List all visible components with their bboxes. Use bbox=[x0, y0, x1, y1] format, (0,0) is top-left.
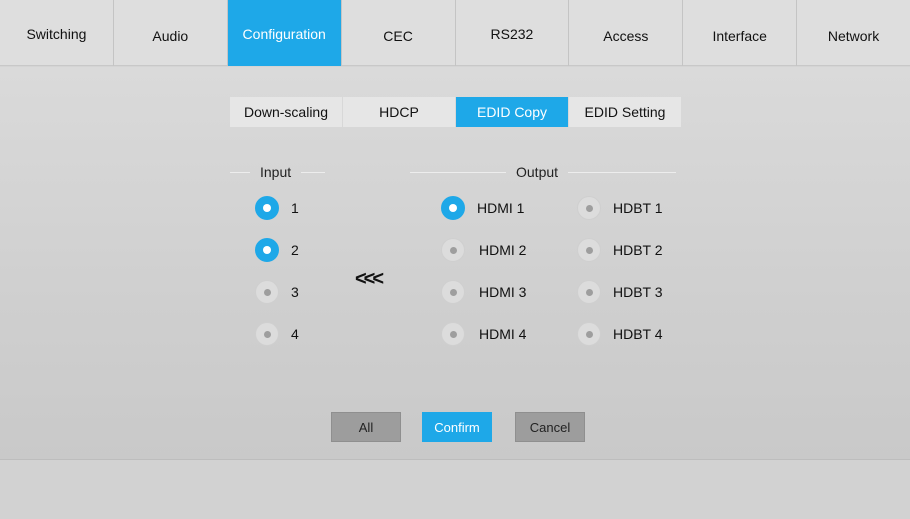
radio-unselected-icon[interactable] bbox=[577, 280, 601, 304]
output-option-label: HDMI 3 bbox=[479, 284, 527, 300]
input-option-3[interactable]: 3 bbox=[255, 280, 299, 304]
cancel-button[interactable]: Cancel bbox=[515, 412, 585, 442]
configuration-subtabs: Down-scaling HDCP EDID Copy EDID Setting bbox=[230, 97, 682, 127]
heading-rule bbox=[410, 171, 506, 173]
heading-rule bbox=[568, 171, 677, 173]
subtab-hdcp[interactable]: HDCP bbox=[343, 97, 455, 127]
output-hdbt-3[interactable]: HDBT 3 bbox=[577, 280, 663, 304]
output-option-label: HDMI 4 bbox=[479, 326, 527, 342]
heading-rule bbox=[230, 171, 250, 173]
input-option-label: 4 bbox=[291, 326, 299, 342]
radio-selected-icon[interactable] bbox=[255, 238, 279, 262]
input-option-label: 1 bbox=[291, 200, 299, 216]
output-option-label: HDMI 2 bbox=[479, 242, 527, 258]
tab-interface[interactable]: Interface bbox=[683, 0, 798, 66]
radio-unselected-icon[interactable] bbox=[255, 322, 279, 346]
input-heading: Input bbox=[230, 164, 326, 180]
footer-bar bbox=[0, 459, 910, 519]
output-title: Output bbox=[516, 164, 559, 180]
subtab-edid-copy[interactable]: EDID Copy bbox=[456, 97, 568, 127]
top-navigation: Switching Audio Configuration CEC RS232 … bbox=[0, 0, 910, 66]
tab-label: Access bbox=[603, 28, 649, 44]
tab-rs232[interactable]: RS232 bbox=[456, 0, 570, 66]
tab-label: Audio bbox=[152, 28, 189, 44]
radio-selected-icon[interactable] bbox=[255, 196, 279, 220]
tab-label: Interface bbox=[712, 28, 767, 44]
output-option-label: HDMI 1 bbox=[477, 200, 525, 216]
radio-unselected-icon[interactable] bbox=[577, 196, 601, 220]
radio-unselected-icon[interactable] bbox=[441, 238, 465, 262]
tab-label: RS232 bbox=[490, 26, 534, 42]
tab-label: Network bbox=[827, 28, 880, 44]
output-option-label: HDBT 1 bbox=[613, 200, 663, 216]
output-hdbt-2[interactable]: HDBT 2 bbox=[577, 238, 663, 262]
output-option-label: HDBT 4 bbox=[613, 326, 663, 342]
input-option-4[interactable]: 4 bbox=[255, 322, 299, 346]
input-option-2[interactable]: 2 bbox=[255, 238, 299, 262]
confirm-button[interactable]: Confirm bbox=[422, 412, 492, 442]
input-option-label: 3 bbox=[291, 284, 299, 300]
tab-access[interactable]: Access bbox=[569, 0, 684, 66]
input-option-1[interactable]: 1 bbox=[255, 196, 299, 220]
output-hdmi-1[interactable]: HDMI 1 bbox=[441, 196, 524, 220]
tab-cec[interactable]: CEC bbox=[342, 0, 456, 66]
input-option-label: 2 bbox=[291, 242, 299, 258]
output-option-label: HDBT 2 bbox=[613, 242, 663, 258]
radio-unselected-icon[interactable] bbox=[577, 238, 601, 262]
radio-selected-icon[interactable] bbox=[441, 196, 465, 220]
tab-label: CEC bbox=[383, 28, 413, 44]
subtab-down-scaling[interactable]: Down-scaling bbox=[230, 97, 342, 127]
subtab-edid-setting[interactable]: EDID Setting bbox=[569, 97, 681, 127]
tab-configuration[interactable]: Configuration bbox=[227, 0, 342, 66]
copy-direction-arrows: <<< bbox=[355, 268, 384, 290]
output-hdmi-4[interactable]: HDMI 4 bbox=[441, 322, 526, 346]
all-button[interactable]: All bbox=[331, 412, 401, 442]
radio-unselected-icon[interactable] bbox=[441, 322, 465, 346]
input-title: Input bbox=[260, 164, 292, 180]
tab-label: Configuration bbox=[242, 26, 326, 42]
main-panel: Down-scaling HDCP EDID Copy EDID Setting… bbox=[0, 67, 910, 459]
tab-audio[interactable]: Audio bbox=[114, 0, 228, 66]
output-option-label: HDBT 3 bbox=[613, 284, 663, 300]
output-hdmi-3[interactable]: HDMI 3 bbox=[441, 280, 526, 304]
tab-network[interactable]: Network bbox=[797, 0, 910, 66]
radio-unselected-icon[interactable] bbox=[255, 280, 279, 304]
output-heading: Output bbox=[410, 164, 677, 180]
output-hdbt-4[interactable]: HDBT 4 bbox=[577, 322, 663, 346]
heading-rule bbox=[301, 171, 326, 173]
tab-switching[interactable]: Switching bbox=[0, 0, 114, 66]
output-hdbt-1[interactable]: HDBT 1 bbox=[577, 196, 663, 220]
radio-unselected-icon[interactable] bbox=[441, 280, 465, 304]
tab-label: Switching bbox=[26, 26, 87, 42]
radio-unselected-icon[interactable] bbox=[577, 322, 601, 346]
output-hdmi-2[interactable]: HDMI 2 bbox=[441, 238, 526, 262]
